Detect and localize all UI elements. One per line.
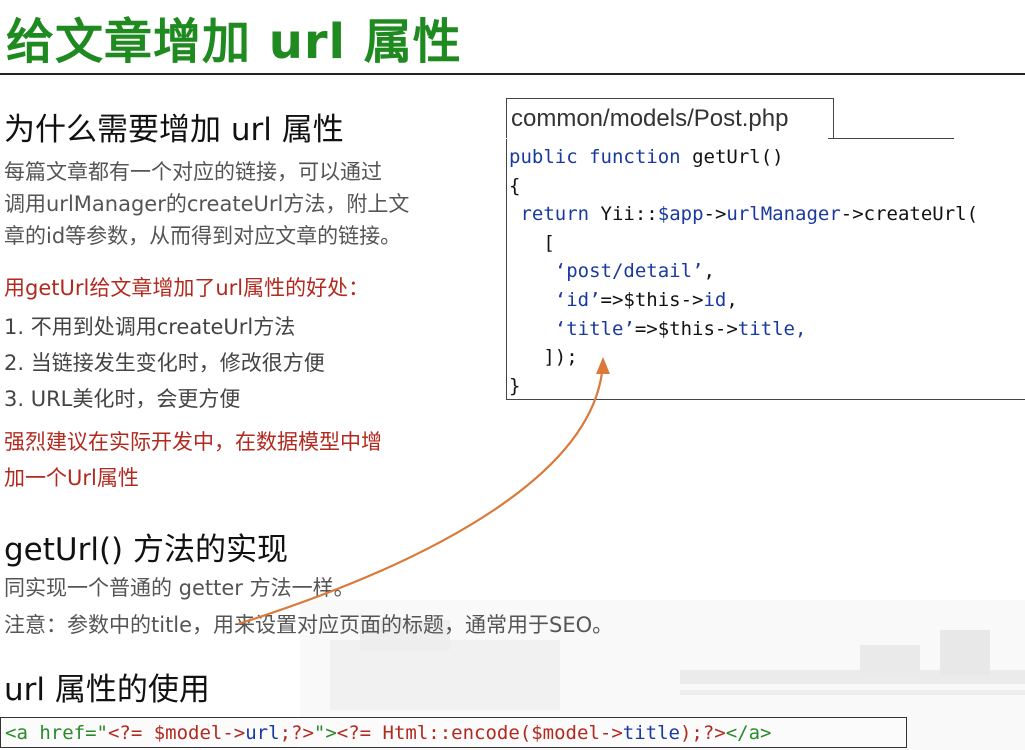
code-token: urlManager: [726, 203, 841, 226]
code-line-5: ‘post/detail’,: [507, 257, 1025, 286]
code-token: {: [509, 174, 521, 197]
recommend-line: 强烈建议在实际开发中，在数据模型中增: [4, 430, 382, 454]
code-token: $app: [657, 203, 704, 226]
why-paragraph: 每篇文章都有一个对应的链接，可以通过 调用urlManager的createUr…: [4, 156, 494, 252]
code-token: url: [245, 722, 280, 744]
benefit-heading: 用getUrl给文章增加了url属性的好处：: [4, 276, 370, 300]
code-token: Yii::: [600, 203, 658, 226]
para-line: 调用urlManager的createUrl方法，附上文: [4, 192, 410, 216]
code-token: getUrl(): [692, 146, 784, 168]
code-line-6: ‘id’=>$this->id,: [507, 286, 1025, 315]
code-line-3: return Yii::$app->urlManager->createUrl(: [507, 200, 1025, 229]
code-line-4: [: [507, 229, 1025, 258]
code-token: [: [543, 231, 555, 254]
code-token: function: [589, 146, 681, 168]
section-heading-usage: url 属性的使用: [4, 672, 210, 708]
impl-line-2: 注意：参数中的title，用来设置对应页面的标题，通常用于SEO。: [4, 613, 614, 637]
code-token: );?>: [679, 722, 726, 744]
title-divider: [0, 73, 1025, 75]
code-token: ‘post/detail’: [554, 260, 704, 283]
code-token: return: [520, 203, 590, 226]
para-line: 章的id等参数，从而得到对应文章的链接。: [4, 224, 402, 248]
code-token: ->createUrl(: [840, 203, 979, 226]
code-token: ,: [726, 288, 738, 311]
impl-line-1: 同实现一个普通的 getter 方法一样。: [4, 576, 355, 600]
code-token: ‘id’: [554, 288, 601, 311]
code-token: ">: [313, 722, 337, 744]
code-file-tab: common/models/Post.php: [506, 98, 834, 138]
code-token: }: [509, 374, 521, 397]
benefit-item: 2. 当链接发生变化时，修改很方便: [4, 351, 325, 375]
code-token: <a href=": [5, 722, 108, 744]
recommendation: 强烈建议在实际开发中，在数据模型中增 加一个Url属性: [4, 424, 382, 496]
code-line-8: ]);: [507, 343, 1025, 372]
code-panel: public function getUrl() { return Yii::$…: [506, 139, 1025, 400]
slide-title: 给文章增加 url 属性: [6, 14, 462, 70]
section-heading-why: 为什么需要增加 url 属性: [4, 112, 344, 148]
code-token: </a>: [725, 722, 772, 744]
code-line-7: ‘title’=>$this->title,: [507, 315, 1025, 344]
code-token: id: [703, 288, 727, 311]
code-line-9: }: [507, 372, 1025, 399]
code-token: ,: [703, 260, 715, 283]
code-token: <?= Html::encode($model->: [336, 722, 623, 744]
code-token: ]);: [543, 346, 578, 369]
usage-code-line: <a href="<?= $model->url;?>"><?= Html::e…: [0, 717, 907, 748]
code-token: =>$this->: [634, 317, 738, 340]
code-token: title,: [737, 317, 807, 340]
code-line-1: public function getUrl(): [507, 143, 1025, 172]
para-line: 每篇文章都有一个对应的链接，可以通过: [4, 160, 382, 184]
benefit-item: 3. URL美化时，会更方便: [4, 387, 241, 411]
code-token: =>$this->: [600, 288, 704, 311]
code-token: ‘title’: [554, 317, 635, 340]
recommend-line: 加一个Url属性: [4, 466, 139, 490]
code-token: ;?>: [279, 722, 314, 744]
code-token: title: [622, 722, 680, 744]
code-line-2: {: [507, 172, 1025, 201]
section-heading-impl: getUrl() 方法的实现: [4, 532, 288, 568]
benefit-item: 1. 不用到处调用createUrl方法: [4, 315, 296, 339]
code-token: <?= $model->: [107, 722, 246, 744]
code-token: ->: [703, 203, 727, 226]
code-token: public: [509, 146, 578, 168]
